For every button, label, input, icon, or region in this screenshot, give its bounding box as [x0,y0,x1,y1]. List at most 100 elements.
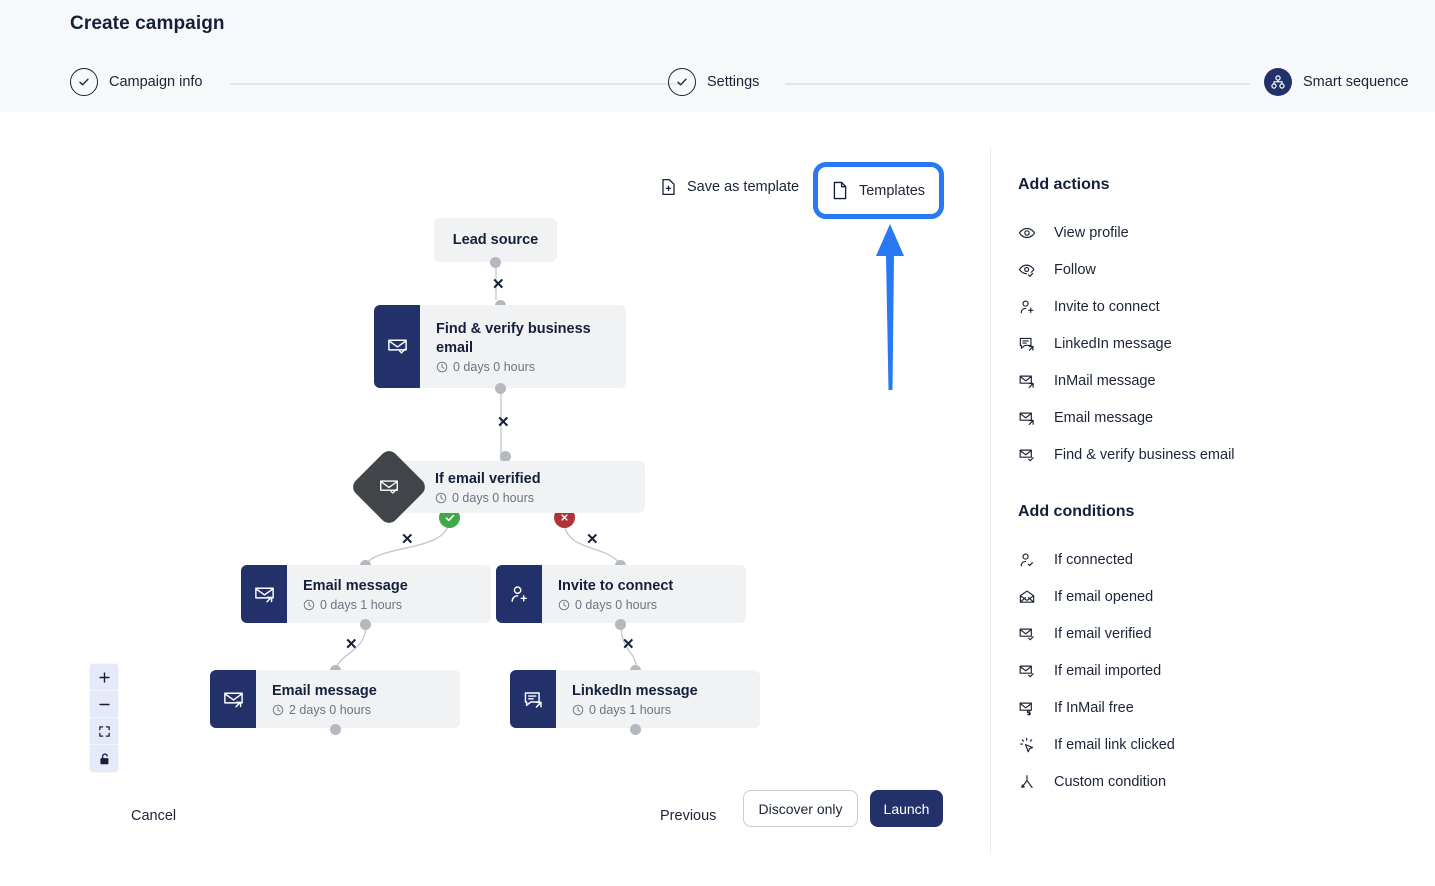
eye-check-icon [1018,261,1036,279]
clock-icon [572,704,584,716]
node-if-email-verified[interactable]: If email verified 0 days 0 hours [361,459,645,515]
lock-button[interactable] [90,745,118,772]
user-check-icon [1018,551,1036,569]
node-email-message-2[interactable]: Email message 2 days 0 hours [210,670,460,728]
step-label: Campaign info [109,74,203,90]
step-smart-sequence[interactable]: Smart sequence [1264,68,1409,96]
stepper-line-1 [230,83,680,85]
node-title: Lead source [453,232,538,248]
step-campaign-info[interactable]: Campaign info [70,68,203,96]
mail-check-icon [1018,662,1036,680]
mail-check-icon [349,447,428,526]
node-duration: 0 days 1 hours [303,598,475,612]
clock-icon [303,599,315,611]
clock-icon [436,361,448,373]
action-item-label: View profile [1054,225,1129,241]
check-circle-icon [70,68,98,96]
action-item-find-verify-business-email[interactable]: Find & verify business email [1018,436,1435,473]
delete-edge-icon[interactable]: ✕ [345,637,358,652]
action-item-linkedin-message[interactable]: LinkedIn message [1018,325,1435,362]
node-port[interactable] [490,257,501,268]
mail-send-icon [210,670,256,728]
check-circle-icon [668,68,696,96]
condition-item-label: If email verified [1054,626,1152,642]
cancel-button[interactable]: Cancel [131,808,176,824]
delete-edge-icon[interactable]: ✕ [401,532,414,547]
node-port[interactable] [615,619,626,630]
condition-item-if-email-imported[interactable]: If email imported [1018,652,1435,689]
condition-item-if-inmail-free[interactable]: If InMail free [1018,689,1435,726]
page-header: Create campaign Campaign info Settings [0,0,1435,112]
discover-only-button[interactable]: Discover only [743,790,858,827]
step-label: Settings [707,74,759,90]
action-item-label: Invite to connect [1054,299,1160,315]
delete-edge-icon[interactable]: ✕ [586,532,599,547]
zoom-in-button[interactable] [90,664,118,691]
stepper: Campaign info Settings Smart sequ [70,68,1365,100]
action-item-label: LinkedIn message [1054,336,1172,352]
condition-item-custom-condition[interactable]: Custom condition [1018,763,1435,800]
eye-icon [1018,224,1036,242]
sequence-canvas[interactable]: Lead source ✕ Find & verify business ema… [0,112,990,790]
action-item-view-profile[interactable]: View profile [1018,214,1435,251]
mail-open-icon [1018,588,1036,606]
launch-button[interactable]: Launch [870,790,943,827]
node-duration: 2 days 0 hours [272,703,444,717]
previous-button[interactable]: Previous [660,808,716,824]
condition-item-if-connected[interactable]: If connected [1018,541,1435,578]
branch-icon [1018,773,1036,791]
node-title: Invite to connect [558,577,730,596]
conditions-list: If connected If email opened If email ve… [1018,541,1435,800]
node-duration-text: 0 days 0 hours [453,360,535,374]
node-port[interactable] [495,383,506,394]
node-duration: 0 days 0 hours [435,491,629,505]
user-plus-icon [496,565,542,623]
mail-send-icon [1018,372,1036,390]
condition-item-if-email-verified[interactable]: If email verified [1018,615,1435,652]
action-item-email-message[interactable]: Email message [1018,399,1435,436]
node-port[interactable] [360,619,371,630]
node-linkedin-message[interactable]: LinkedIn message 0 days 1 hours [510,670,760,728]
zoom-controls[interactable] [90,664,118,772]
node-port[interactable] [630,724,641,735]
node-port[interactable] [330,724,341,735]
node-title: Email message [272,682,444,701]
chat-send-icon [510,670,556,728]
node-title: LinkedIn message [572,682,744,701]
node-email-message-1[interactable]: Email message 0 days 1 hours [241,565,491,623]
condition-item-label: If email imported [1054,663,1161,679]
node-lead-source[interactable]: Lead source [434,218,557,262]
chat-send-icon [1018,335,1036,353]
stepper-line-2 [785,83,1250,85]
add-actions-heading: Add actions [1018,176,1435,194]
action-item-label: Find & verify business email [1054,447,1235,463]
node-title: Email message [303,577,475,596]
node-find-verify-business-email[interactable]: Find & verify business email 0 days 0 ho… [374,305,626,388]
zoom-out-button[interactable] [90,691,118,718]
condition-item-if-email-opened[interactable]: If email opened [1018,578,1435,615]
action-item-invite-to-connect[interactable]: Invite to connect [1018,288,1435,325]
action-item-label: Email message [1054,410,1153,426]
sequence-icon [1264,68,1292,96]
actions-list: View profile Follow Invite to connect Li… [1018,214,1435,473]
node-duration: 0 days 0 hours [436,360,610,374]
clock-icon [558,599,570,611]
delete-edge-icon[interactable]: ✕ [622,637,635,652]
fit-view-button[interactable] [90,718,118,745]
clock-icon [272,704,284,716]
delete-edge-icon[interactable]: ✕ [492,277,505,292]
actions-sidebar: Add actions View profile Follow Invite t… [990,148,1435,853]
node-duration-text: 2 days 0 hours [289,703,371,717]
node-invite-to-connect[interactable]: Invite to connect 0 days 0 hours [496,565,746,623]
clock-icon [435,492,447,504]
delete-edge-icon[interactable]: ✕ [497,415,510,430]
action-item-inmail-message[interactable]: InMail message [1018,362,1435,399]
cursor-click-icon [1018,736,1036,754]
node-duration: 0 days 1 hours [572,703,744,717]
action-item-follow[interactable]: Follow [1018,251,1435,288]
node-duration: 0 days 0 hours [558,598,730,612]
mail-check-icon [374,305,420,388]
step-settings[interactable]: Settings [668,68,759,96]
condition-item-if-email-link-clicked[interactable]: If email link clicked [1018,726,1435,763]
action-item-label: Follow [1054,262,1096,278]
